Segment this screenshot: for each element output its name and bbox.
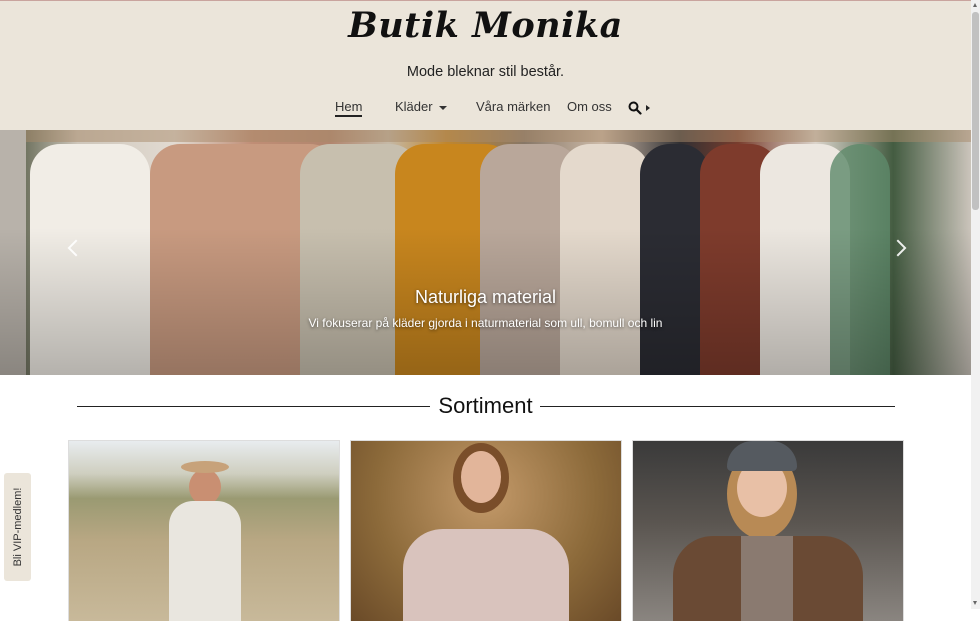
nav-item-klader-label: Kläder [395,99,433,114]
scrollbar-thumb[interactable] [972,12,979,210]
site-tagline: Mode bleknar stil består. [406,64,565,80]
scroll-up-icon[interactable] [973,3,977,7]
search-button[interactable] [628,100,652,116]
site-header: Butik Monika Mode bleknar stil består. H… [0,1,971,130]
chevron-down-icon [438,105,447,110]
model-head [189,469,221,505]
hero-carousel: Naturliga material Vi fokuserar på kläde… [0,130,971,375]
nav-item-om-oss[interactable]: Om oss [567,99,612,114]
scroll-down-icon[interactable] [973,601,977,605]
hero-title: Naturliga material [414,287,557,307]
product-card[interactable] [350,440,622,621]
beanie [727,441,797,471]
product-card[interactable] [632,440,904,621]
model-shirt [741,536,793,621]
hero-shade [0,130,971,375]
main-nav: Hem Kläder Våra märken Om oss [0,99,971,119]
vip-signup-label: Bli VIP-medlem! [11,487,24,567]
model-dress [169,501,241,621]
nav-item-klader[interactable]: Kläder [395,99,447,114]
vip-signup-tab[interactable]: Bli VIP-medlem! [4,473,31,581]
page-scrollbar[interactable] [971,0,980,609]
nav-item-hem[interactable]: Hem [335,99,363,117]
product-card[interactable] [68,440,340,621]
hat [181,461,229,473]
model-sweater [403,529,569,621]
search-icon [628,101,642,115]
caret-right-icon [646,105,650,111]
site-logo[interactable]: Butik Monika [0,5,971,46]
nav-item-vara-marken[interactable]: Våra märken [476,99,550,114]
model-head [461,451,501,503]
sortiment-section: Sortiment [0,375,971,621]
hero-subtitle: Vi fokuserar på kläder gjorda i naturmat… [308,316,663,330]
divider-right [540,406,895,407]
